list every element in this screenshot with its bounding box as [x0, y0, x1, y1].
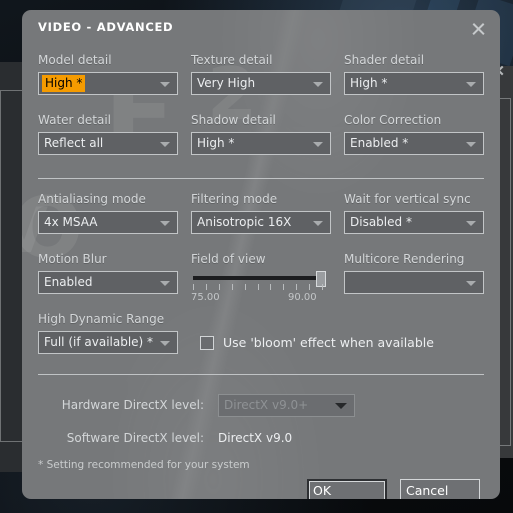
checkbox-bloom-box[interactable] [200, 335, 214, 350]
field-color-correction: Color Correction Enabled * [344, 113, 484, 155]
slider-min-label: 75.00 [191, 292, 220, 303]
dropdown-filtering-mode-value: Anisotropic 16X [197, 215, 292, 229]
row-hardware-directx: Hardware DirectX level: DirectX v9.0+ [38, 394, 484, 418]
dropdown-hdr[interactable]: Full (if available) * [38, 331, 178, 354]
dropdown-shader-detail-value: High * [350, 76, 388, 90]
label-hdr: High Dynamic Range [38, 312, 165, 326]
slider-tick [309, 284, 310, 290]
chevron-down-icon [466, 281, 476, 286]
slider-track [193, 276, 322, 280]
dropdown-hardware-directx-value: DirectX v9.0+ [224, 398, 309, 412]
dropdown-water-detail[interactable]: Reflect all [38, 132, 178, 155]
dropdown-hdr-value: Full (if available) * [44, 335, 154, 349]
label-software-directx: Software DirectX level: [66, 431, 204, 445]
dropdown-multicore-rendering[interactable] [344, 271, 484, 294]
chevron-down-icon [335, 403, 347, 409]
label-field-of-view: Field of view [191, 252, 266, 266]
slider-tick [219, 284, 220, 290]
slider-tick [232, 284, 233, 290]
dropdown-antialiasing-mode-value: 4x MSAA [44, 215, 98, 229]
field-model-detail: Model detail High * [38, 53, 178, 95]
chevron-down-icon [466, 82, 476, 87]
dropdown-motion-blur[interactable]: Enabled [38, 271, 178, 294]
dropdown-hardware-directx: DirectX v9.0+ [218, 394, 355, 417]
label-shader-detail: Shader detail [344, 53, 425, 67]
label-vertical-sync: Wait for vertical sync [344, 192, 471, 206]
slider-tick [270, 284, 271, 290]
chevron-down-icon [160, 142, 170, 147]
dropdown-texture-detail-value: Very High [197, 76, 256, 90]
label-color-correction: Color Correction [344, 113, 442, 127]
dropdown-vertical-sync-value: Disabled * [350, 215, 412, 229]
field-shader-detail: Shader detail High * [344, 53, 484, 95]
dropdown-color-correction-value: Enabled * [350, 136, 409, 150]
ok-button[interactable]: OK [307, 479, 387, 499]
label-texture-detail: Texture detail [191, 53, 273, 67]
dialog-body: Model detail High * Texture detail Very … [22, 45, 500, 499]
dropdown-vertical-sync[interactable]: Disabled * [344, 211, 484, 234]
label-water-detail: Water detail [38, 113, 112, 127]
slider-max-label: 90.00 [288, 292, 317, 303]
dropdown-model-detail-value: High * [42, 75, 86, 92]
slider-tick [296, 284, 297, 290]
dialog-title: VIDEO - ADVANCED [38, 20, 174, 34]
chevron-down-icon [313, 142, 323, 147]
field-shadow-detail: Shadow detail High * [191, 113, 331, 155]
screen: ✕ E 2 O V VIDEO - ADVANCED Model detail … [0, 0, 513, 513]
slider-field-of-view[interactable]: 75.00 90.00 [191, 271, 331, 313]
field-filtering-mode: Filtering mode Anisotropic 16X [191, 192, 331, 234]
chevron-down-icon [313, 82, 323, 87]
dropdown-shader-detail[interactable]: High * [344, 72, 484, 95]
slider-tick [193, 284, 194, 290]
field-motion-blur: Motion Blur Enabled [38, 252, 178, 294]
recommended-footnote: * Setting recommended for your system [38, 459, 250, 471]
section-divider [38, 374, 484, 375]
label-shadow-detail: Shadow detail [191, 113, 276, 127]
slider-tick [258, 284, 259, 290]
field-texture-detail: Texture detail Very High [191, 53, 331, 95]
section-divider [38, 178, 484, 179]
cancel-button[interactable]: Cancel [400, 479, 480, 499]
label-model-detail: Model detail [38, 53, 112, 67]
label-filtering-mode: Filtering mode [191, 192, 278, 206]
dropdown-shadow-detail[interactable]: High * [191, 132, 331, 155]
video-advanced-dialog: E 2 O V VIDEO - ADVANCED Model detail Hi… [22, 10, 500, 499]
label-antialiasing-mode: Antialiasing mode [38, 192, 146, 206]
slider-tick [283, 284, 284, 290]
field-hdr: High Dynamic Range Full (if available) * [38, 312, 178, 354]
label-motion-blur: Motion Blur [38, 252, 107, 266]
chevron-down-icon [466, 142, 476, 147]
chevron-down-icon [160, 341, 170, 346]
checkbox-bloom-label: Use 'bloom' effect when available [223, 335, 434, 350]
slider-tick [206, 284, 207, 290]
label-hardware-directx: Hardware DirectX level: [61, 398, 204, 412]
dropdown-shadow-detail-value: High * [197, 136, 235, 150]
chevron-down-icon [160, 281, 170, 286]
dropdown-model-detail[interactable]: High * [38, 72, 178, 95]
close-icon[interactable] [470, 20, 487, 37]
dropdown-filtering-mode[interactable]: Anisotropic 16X [191, 211, 331, 234]
dropdown-water-detail-value: Reflect all [44, 136, 104, 150]
value-software-directx: DirectX v9.0 [218, 431, 293, 445]
field-field-of-view: Field of view 75.00 90.00 [191, 252, 331, 313]
field-water-detail: Water detail Reflect all [38, 113, 178, 155]
checkbox-bloom[interactable]: Use 'bloom' effect when available [200, 335, 434, 350]
slider-tick [322, 284, 323, 290]
chevron-down-icon [313, 221, 323, 226]
field-vertical-sync: Wait for vertical sync Disabled * [344, 192, 484, 234]
dropdown-motion-blur-value: Enabled [44, 275, 93, 289]
dropdown-color-correction[interactable]: Enabled * [344, 132, 484, 155]
chevron-down-icon [160, 221, 170, 226]
row-software-directx: Software DirectX level: DirectX v9.0 [38, 427, 484, 451]
chevron-down-icon [160, 82, 170, 87]
slider-ticks [193, 284, 323, 290]
chevron-down-icon [466, 221, 476, 226]
dropdown-antialiasing-mode[interactable]: 4x MSAA [38, 211, 178, 234]
field-antialiasing-mode: Antialiasing mode 4x MSAA [38, 192, 178, 234]
label-multicore-rendering: Multicore Rendering [344, 252, 465, 266]
dropdown-texture-detail[interactable]: Very High [191, 72, 331, 95]
dialog-titlebar: VIDEO - ADVANCED [22, 10, 500, 45]
slider-tick [245, 284, 246, 290]
field-multicore-rendering: Multicore Rendering [344, 252, 484, 294]
